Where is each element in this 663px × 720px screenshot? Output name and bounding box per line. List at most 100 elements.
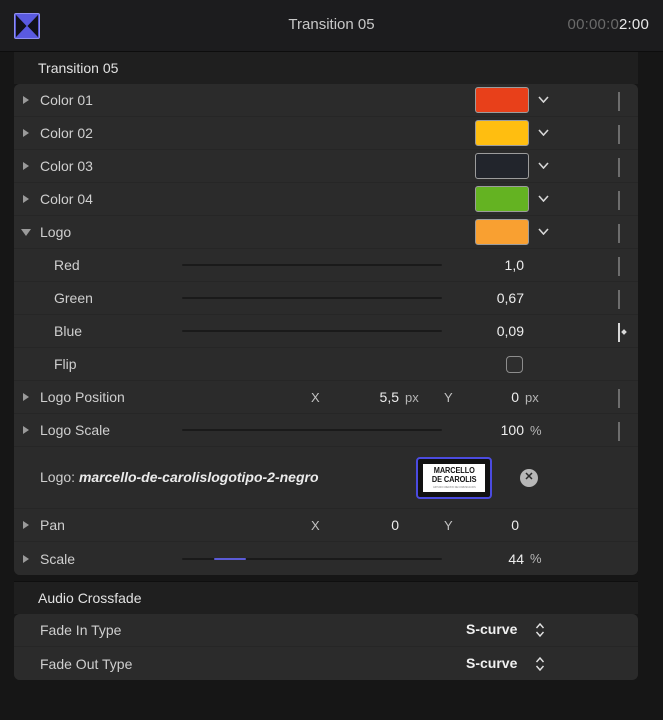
chevron-down-icon-color-01[interactable] (538, 96, 549, 103)
slider-thumb-blue[interactable] (203, 323, 218, 340)
keyframe-diamond-color-01[interactable] (616, 92, 631, 111)
keyframe-diamond-color-02[interactable] (616, 125, 631, 144)
keyframe-diamond-color-03[interactable] (616, 158, 631, 177)
chevron-down-icon-color-04[interactable] (538, 195, 549, 202)
chevron-down-icon-color-02[interactable] (538, 129, 549, 136)
logo-file-name: marcello-de-carolislogotipo-2-negro (78, 468, 319, 485)
stepper-icon-fade-in-type[interactable] (535, 622, 545, 638)
label-logo: Logo (40, 224, 72, 240)
logo-file-text: Logo: marcello-de-carolislogotipo-2-negr… (40, 469, 319, 485)
label-fade-in-type: Fade In Type (40, 622, 122, 638)
value-y-pan[interactable]: 0 (439, 517, 519, 533)
value-x-logo-position[interactable]: 5,5 (319, 389, 399, 405)
keyframe-diamond-color-04[interactable] (616, 191, 631, 210)
row-fade-in-type[interactable]: Fade In Type S-curve (14, 614, 638, 647)
inspector-body: Transition 05 Color 01 Color 02 Color 03… (0, 52, 663, 720)
timecode-active: 2:00 (619, 16, 649, 33)
label-flip: Flip (54, 356, 77, 372)
value-logo-scale[interactable]: 100 (449, 422, 524, 438)
timecode-field[interactable]: 00:00:02:00 (568, 16, 649, 33)
row-pan[interactable]: Pan X 0 Y 0 (14, 509, 638, 542)
label-color-02: Color 02 (40, 125, 93, 141)
color-swatch-color-02[interactable] (475, 120, 529, 146)
slider-thumb-red[interactable] (430, 257, 445, 274)
label-green: Green (54, 290, 93, 306)
value-red[interactable]: 1,0 (454, 257, 524, 273)
slider-red[interactable] (182, 264, 442, 266)
disclosure-triangle-color-01[interactable] (23, 96, 29, 104)
row-color-02[interactable]: Color 02 (14, 117, 638, 150)
slider-track-red (182, 264, 442, 266)
label-color-04: Color 04 (40, 191, 93, 207)
disclosure-triangle-pan[interactable] (23, 521, 29, 529)
color-swatch-color-04[interactable] (475, 186, 529, 212)
row-color-04[interactable]: Color 04 (14, 183, 638, 216)
disclosure-triangle-logo[interactable] (21, 229, 31, 236)
value-x-pan[interactable]: 0 (319, 517, 399, 533)
value-fade-in-type[interactable]: S-curve (466, 621, 517, 637)
inspector-titlebar: Transition 05 00:00:02:00 (0, 0, 663, 52)
label-red: Red (54, 257, 80, 273)
row-color-03[interactable]: Color 03 (14, 150, 638, 183)
chevron-down-icon-color-03[interactable] (538, 162, 549, 169)
row-blue[interactable]: Blue 0,09 (14, 315, 638, 348)
value-scale[interactable]: 44 (449, 551, 524, 567)
disclosure-triangle-color-03[interactable] (23, 162, 29, 170)
row-red[interactable]: Red 1,0 (14, 249, 638, 282)
disclosure-triangle-color-02[interactable] (23, 129, 29, 137)
logo-thumbnail-image: MARCELLO DE CAROLIS ESTUDIO CREATIVO DE … (423, 463, 485, 492)
keyframe-diamond-red[interactable] (616, 257, 631, 276)
slider-blue[interactable] (182, 330, 442, 332)
clear-logo-button[interactable]: ✕ (520, 468, 538, 487)
transition-parameter-group: Color 01 Color 02 Color 03 Color 04 Logo… (14, 84, 638, 575)
slider-thumb-scale[interactable] (209, 551, 224, 568)
slider-green[interactable] (182, 297, 442, 299)
value-green[interactable]: 0,67 (454, 290, 524, 306)
close-icon: ✕ (524, 471, 534, 483)
row-logo-position[interactable]: Logo Position X 5,5 px Y 0 px (14, 381, 638, 414)
value-fade-out-type[interactable]: S-curve (466, 655, 517, 671)
label-logo-scale: Logo Scale (40, 422, 111, 438)
audio-crossfade-section: Audio Crossfade Fade In Type S-curve Fad… (14, 581, 638, 680)
color-swatch-color-03[interactable] (475, 153, 529, 179)
row-green[interactable]: Green 0,67 (14, 282, 638, 315)
disclosure-triangle-logo-position[interactable] (23, 393, 29, 401)
row-fade-out-type[interactable]: Fade Out Type S-curve (14, 647, 638, 680)
keyframe-diamond-blue[interactable] (616, 323, 631, 342)
label-scale: Scale (40, 550, 76, 567)
disclosure-triangle-color-04[interactable] (23, 195, 29, 203)
chevron-down-icon-logo[interactable] (538, 228, 549, 235)
slider-scale[interactable] (182, 557, 442, 560)
keyframe-diamond-logo[interactable] (616, 224, 631, 243)
value-blue[interactable]: 0,09 (454, 323, 524, 339)
color-swatch-color-01[interactable] (475, 87, 529, 113)
section-divider (14, 581, 638, 582)
logo-file-label: Logo: (40, 468, 76, 485)
row-scale[interactable]: Scale 44 % (14, 542, 638, 575)
row-logo[interactable]: Logo (14, 216, 638, 249)
slider-track-logo-scale (182, 429, 442, 431)
row-logo-scale[interactable]: Logo Scale 100 % (14, 414, 638, 447)
disclosure-triangle-scale[interactable] (23, 554, 29, 563)
color-swatch-logo[interactable] (475, 219, 529, 245)
slider-logo-scale[interactable] (182, 429, 442, 431)
slider-track-green (182, 297, 442, 299)
keyframe-diamond-logo-scale[interactable] (616, 422, 631, 441)
section-title-transition: Transition 05 (38, 60, 119, 76)
disclosure-triangle-logo-scale[interactable] (23, 426, 29, 434)
logo-thumbnail[interactable]: MARCELLO DE CAROLIS ESTUDIO CREATIVO DE … (416, 456, 492, 499)
keyframe-diamond-logo-position[interactable] (616, 389, 631, 408)
row-flip[interactable]: Flip (14, 348, 638, 381)
row-color-01[interactable]: Color 01 (14, 84, 638, 117)
value-y-logo-position[interactable]: 0 (439, 389, 519, 405)
row-logo-file[interactable]: Logo: marcello-de-carolislogotipo-2-negr… (14, 447, 638, 509)
slider-thumb-logo-scale[interactable] (242, 422, 257, 439)
label-color-01: Color 01 (40, 92, 93, 108)
keyframe-diamond-green[interactable] (616, 290, 631, 309)
section-title-audio: Audio Crossfade (38, 590, 142, 606)
checkbox-flip[interactable] (506, 356, 523, 373)
section-header-transition: Transition 05 (14, 52, 638, 84)
slider-thumb-green[interactable] (349, 290, 364, 307)
unit-y-logo-position: px (525, 389, 539, 405)
stepper-icon-fade-out-type[interactable] (535, 656, 545, 672)
